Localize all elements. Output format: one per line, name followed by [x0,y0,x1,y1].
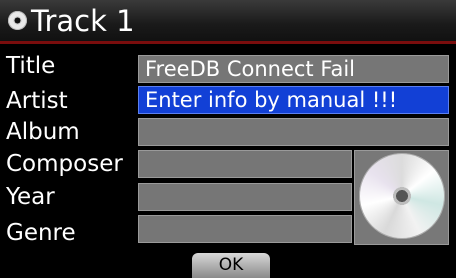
artist-field[interactable]: Enter info by manual !!! [138,86,449,114]
title-label: Title [6,53,56,79]
composer-field[interactable] [138,150,352,178]
album-label: Album [6,119,80,145]
header-bar: Track 1 [0,0,456,44]
page-title: Track 1 [31,4,135,38]
genre-label: Genre [6,220,76,246]
composer-label: Composer [6,151,123,177]
track-info-dialog: Track 1 Title Artist Album Composer Year… [0,0,456,278]
year-field[interactable] [138,183,352,211]
album-art [354,150,449,245]
disc-icon [8,11,27,30]
artist-label: Artist [6,88,68,114]
ok-button[interactable]: OK [192,253,270,278]
album-field[interactable] [138,118,449,146]
cd-icon [359,153,445,239]
year-label: Year [6,184,55,210]
genre-field[interactable] [138,215,352,243]
title-field[interactable]: FreeDB Connect Fail [138,55,449,83]
